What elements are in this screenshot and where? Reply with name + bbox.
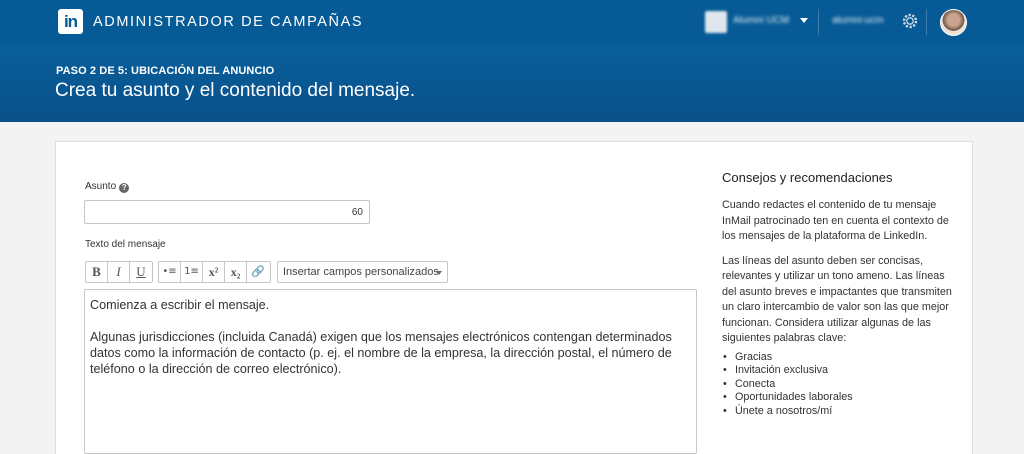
- list-item: Oportunidades laborales: [722, 391, 958, 405]
- app-title: ADMINISTRADOR DE CAMPAÑAS: [93, 14, 364, 30]
- chevron-down-icon: [436, 271, 442, 275]
- character-counter: 60: [351, 207, 363, 218]
- format-toolbar-group: B I U: [85, 261, 153, 283]
- bulleted-list-icon[interactable]: •≡: [159, 262, 181, 282]
- keyword-list: Gracias Invitación exclusiva Conecta Opo…: [722, 351, 958, 419]
- underline-icon[interactable]: U: [130, 262, 152, 282]
- list-toolbar-group: •≡ 1≡ x² x₂ 🔗: [158, 261, 271, 283]
- step-indicator: PASO 2 DE 5: UBICACIÓN DEL ANUNCIO: [56, 65, 275, 77]
- list-item: Únete a nosotros/mí: [722, 405, 958, 419]
- numbered-list-icon[interactable]: 1≡: [181, 262, 203, 282]
- subscript-icon[interactable]: x₂: [225, 262, 247, 282]
- message-label: Texto del mensaje: [85, 239, 166, 250]
- page-title: Crea tu asunto y el contenido del mensaj…: [55, 80, 416, 101]
- tips-panel: Cuando redactes el contenido de tu mensa…: [722, 198, 958, 418]
- tips-paragraph: Las líneas del asunto deben ser concisas…: [722, 254, 952, 345]
- message-editor[interactable]: Comienza a escribir el mensaje. Algunas …: [84, 289, 697, 454]
- subject-input[interactable]: 60: [84, 200, 370, 224]
- bold-icon[interactable]: B: [86, 262, 108, 282]
- avatar[interactable]: [940, 9, 967, 36]
- superscript-icon[interactable]: x²: [203, 262, 225, 282]
- account-name[interactable]: Alumni UCM: [733, 15, 789, 26]
- editor-placeholder: Comienza a escribir el mensaje.: [90, 298, 270, 312]
- gear-icon[interactable]: [901, 12, 919, 30]
- tips-title: Consejos y recomendaciones: [722, 170, 893, 185]
- divider: [818, 9, 819, 35]
- divider: [926, 9, 927, 35]
- linkedin-logo-icon[interactable]: in: [58, 9, 83, 34]
- tips-paragraph: Cuando redactes el contenido de tu mensa…: [722, 199, 949, 242]
- subject-label-text: Asunto: [85, 181, 117, 192]
- personalize-fields-dropdown[interactable]: Insertar campos personalizados: [277, 261, 448, 283]
- list-item: Invitación exclusiva: [722, 364, 958, 378]
- account-id[interactable]: alumni-ucm: [832, 15, 884, 26]
- link-icon[interactable]: 🔗: [247, 262, 269, 282]
- chevron-down-icon[interactable]: [800, 18, 808, 23]
- list-item: Gracias: [722, 351, 958, 365]
- account-logo[interactable]: [705, 11, 727, 33]
- editor-legal-notice: Algunas jurisdicciones (incluida Canadá)…: [90, 330, 672, 376]
- personalize-fields-label: Insertar campos personalizados: [283, 266, 439, 278]
- list-item: Conecta: [722, 378, 958, 392]
- help-icon[interactable]: ?: [119, 183, 130, 193]
- italic-icon[interactable]: I: [108, 262, 130, 282]
- subject-label: Asunto?: [85, 181, 130, 193]
